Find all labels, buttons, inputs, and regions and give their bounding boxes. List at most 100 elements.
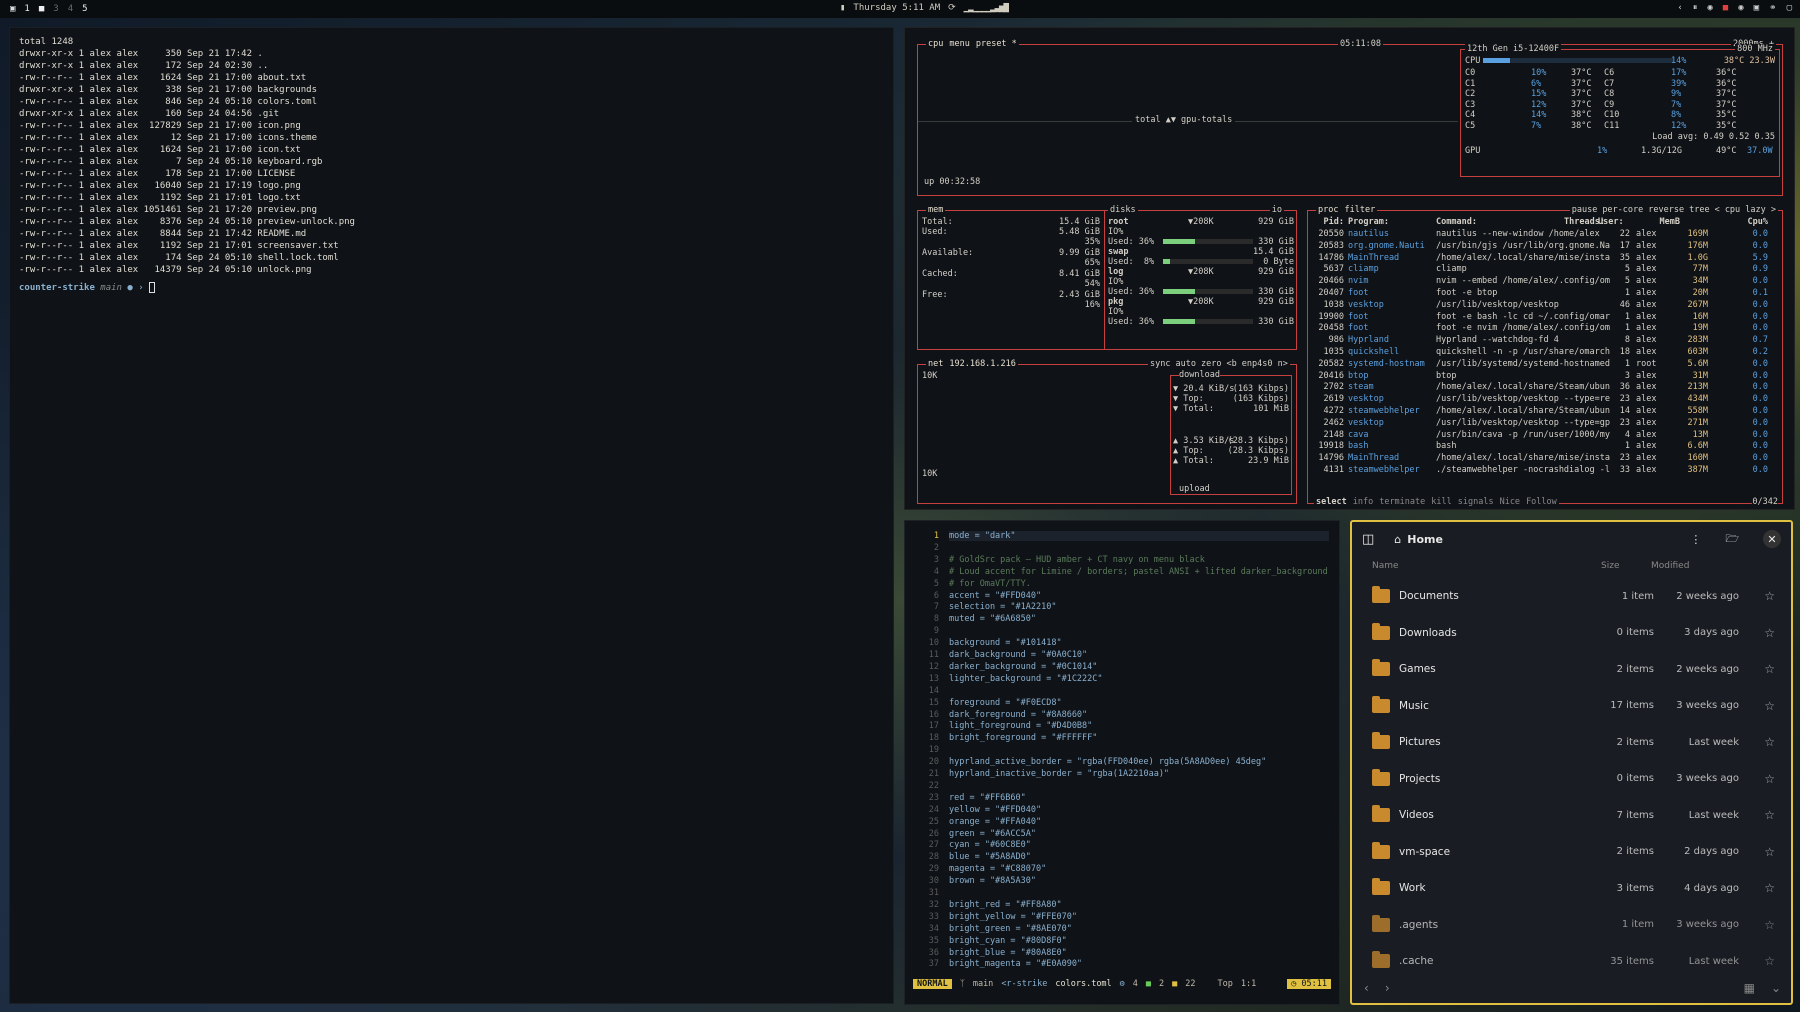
star-icon[interactable]: ☆ [1764,808,1775,822]
proc-action[interactable]: Nice [1500,497,1520,507]
shell-prompt[interactable]: counter-strike main ● › [19,282,884,293]
btop-window[interactable]: cpu menu preset * 05:11:08 2000ms + tota… [904,27,1795,510]
proc-cell[interactable]: foot [1348,288,1432,298]
file-manager-window[interactable]: ◫ ⌂ Home ⋮ 🗁 ✕ Name Size Modified Docume… [1350,520,1793,1005]
proc-header[interactable]: Threads: [1564,217,1605,227]
proc-header[interactable]: Cpu% [1728,217,1768,227]
proc-cell[interactable]: bash [1348,441,1432,451]
terminal-window[interactable]: total 1248 drwxr-xr-x 1 alex alex 350 Sep… [9,27,894,1004]
proc-cell[interactable]: MainThread [1348,253,1432,263]
pause-icon[interactable]: ⏸ [1693,3,1698,13]
proc-cell[interactable]: quickshell [1348,347,1432,357]
proc-cell[interactable]: 20550 [1312,229,1344,239]
menu-icon[interactable]: ⋮ [1690,533,1701,546]
proc-cell[interactable]: foot [1348,312,1432,322]
proc-header[interactable]: Pid: [1312,217,1344,227]
folder-row[interactable]: Downloads 0 items 3 days ago ☆ [1372,615,1775,651]
star-icon[interactable]: ☆ [1764,918,1775,932]
proc-cell[interactable]: 2462 [1312,418,1344,428]
location-title[interactable]: Home [1407,533,1443,546]
grid-view-icon[interactable]: ▦ [1744,981,1755,997]
star-icon[interactable]: ☆ [1764,699,1775,713]
screen-icon[interactable]: ▣ [1754,3,1759,13]
discord-icon[interactable]: ◉ [1707,3,1712,13]
monitor-icon[interactable]: ▢ [1787,3,1792,13]
proc-cell[interactable]: 14796 [1312,453,1344,463]
col-size[interactable]: Size [1601,561,1651,571]
music-icon[interactable]: ▮ [840,3,845,13]
proc-cell[interactable]: 4272 [1312,406,1344,416]
folder-row[interactable]: Music 17 items 3 weeks ago ☆ [1372,688,1775,724]
proc-cell[interactable]: vesktop [1348,300,1432,310]
proc-header[interactable]: Command: [1436,217,1477,227]
forward-icon[interactable]: › [1385,981,1390,997]
active-workspace-dot-icon[interactable]: ■ [39,4,44,14]
proc-cell[interactable]: 20416 [1312,371,1344,381]
folder-row[interactable]: Pictures 2 items Last week ☆ [1372,724,1775,760]
proc-cell[interactable]: steam [1348,382,1432,392]
workspace-3[interactable]: 3 [53,4,58,14]
proc-cell[interactable]: 1038 [1312,300,1344,310]
net-interface[interactable]: <b enp4s0 n> [1226,359,1287,369]
proc-cell[interactable]: btop [1348,371,1432,381]
proc-cell[interactable]: foot [1348,323,1432,333]
menu-button[interactable]: menu [949,39,969,49]
star-icon[interactable]: ☆ [1764,626,1775,640]
proc-cell[interactable]: 19918 [1312,441,1344,451]
new-folder-icon[interactable]: 🗁 [1725,530,1739,549]
proc-option[interactable]: per-core [1602,205,1643,215]
proc-cell[interactable]: org.gnome.Nauti [1348,241,1432,251]
view-options-icon[interactable]: ⌄ [1771,981,1781,997]
proc-cell[interactable]: steamwebhelper [1348,406,1432,416]
headphones-icon[interactable]: ⚭ [1769,3,1777,13]
layout-icon[interactable]: ▣ [10,4,15,14]
proc-cell[interactable]: nautilus [1348,229,1432,239]
io-toggle[interactable]: io [1269,205,1284,215]
proc-header[interactable]: User: [1598,217,1624,227]
preset-button[interactable]: preset * [976,39,1017,49]
star-icon[interactable]: ☆ [1764,662,1775,676]
proc-cell[interactable]: 19900 [1312,312,1344,322]
sync-icon[interactable]: ⟳ [948,3,956,13]
proc-cell[interactable]: 5637 [1312,264,1344,274]
proc-cell[interactable]: 1035 [1312,347,1344,357]
sidebar-toggle-icon[interactable]: ◫ [1362,532,1374,547]
close-icon[interactable]: ✕ [1763,530,1781,548]
proc-option[interactable]: tree [1689,205,1709,215]
proc-cell[interactable]: vesktop [1348,418,1432,428]
proc-cell[interactable]: 2148 [1312,430,1344,440]
folder-row[interactable]: .agents 1 item 3 weeks ago ☆ [1372,907,1775,943]
proc-action[interactable]: kill [1431,497,1451,507]
back-icon[interactable]: ‹ [1364,981,1369,997]
proc-cell[interactable]: steamwebhelper [1348,465,1432,475]
col-name[interactable]: Name [1372,561,1601,571]
proc-cell[interactable]: 20458 [1312,323,1344,333]
proc-cell[interactable]: cava [1348,430,1432,440]
folder-row[interactable]: Documents 1 item 2 weeks ago ☆ [1372,578,1775,614]
proc-action[interactable]: select [1316,497,1347,507]
folder-row[interactable]: Work 3 items 4 days ago ☆ [1372,870,1775,906]
proc-cell[interactable]: 20582 [1312,359,1344,369]
workspace-1[interactable]: 1 [24,4,29,14]
proc-header[interactable]: Program: [1348,217,1389,227]
proc-cell[interactable]: 2702 [1312,382,1344,392]
proc-cell[interactable]: 20407 [1312,288,1344,298]
proc-cell[interactable]: MainThread [1348,453,1432,463]
star-icon[interactable]: ☆ [1764,881,1775,895]
proc-action[interactable]: Follow [1526,497,1557,507]
gpu-totals-toggle[interactable]: total ▲▼ gpu-totals [1132,115,1236,125]
proc-cell[interactable]: 2619 [1312,394,1344,404]
record-icon[interactable]: ■ [1723,3,1728,13]
star-icon[interactable]: ☆ [1764,735,1775,749]
proc-cell[interactable]: Hyprland [1348,335,1432,345]
star-icon[interactable]: ☆ [1764,954,1775,968]
net-auto[interactable]: auto [1175,359,1195,369]
folder-row[interactable]: vm-space 2 items 2 days ago ☆ [1372,834,1775,870]
proc-option[interactable]: pause [1572,205,1598,215]
proc-cell[interactable]: vesktop [1348,394,1432,404]
folder-row[interactable]: Games 2 items 2 weeks ago ☆ [1372,651,1775,687]
workspace-5[interactable]: 5 [82,4,87,14]
proc-cell[interactable]: 14786 [1312,253,1344,263]
folder-row[interactable]: Videos 7 items Last week ☆ [1372,797,1775,833]
net-zero[interactable]: zero [1201,359,1221,369]
